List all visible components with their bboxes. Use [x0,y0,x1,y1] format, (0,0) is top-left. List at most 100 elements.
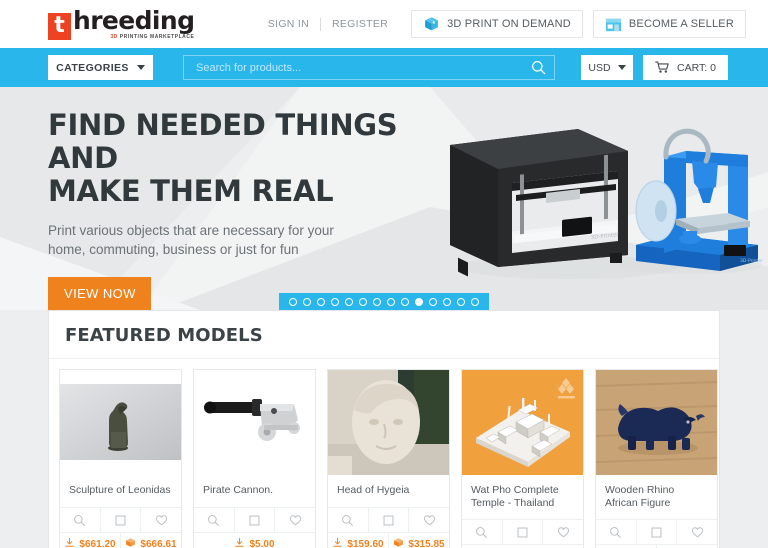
logo-tagline-text: PRINTING MARKETPLACE [119,34,195,40]
compare-icon[interactable] [637,520,678,544]
product-action-bar [462,520,583,545]
chevron-down-icon [617,65,626,70]
carousel-pagination[interactable] [279,293,489,310]
cube-icon [423,16,440,32]
favorite-icon[interactable] [677,520,717,544]
hero-heading-line2: MAKE THEM REAL [48,174,334,208]
product-card[interactable]: Wat Pho Complete Temple - ThailandFREE [461,369,584,548]
product-card[interactable]: Wooden Rhino African FigureFREE$6.37 [595,369,718,548]
favorite-icon[interactable] [275,508,315,532]
carousel-dot[interactable] [401,297,409,306]
carousel-dot[interactable] [387,297,395,306]
logo-mark-icon: t [48,13,71,40]
categories-dropdown[interactable]: CATEGORIES [48,55,153,80]
print-on-demand-button[interactable]: 3D PRINT ON DEMAND [411,10,583,38]
product-card[interactable]: Pirate Cannon. $5.00 [193,369,316,548]
featured-header: FEATURED MODELS [49,311,719,359]
become-seller-button[interactable]: BECOME A SELLER [592,10,746,38]
search-icon[interactable] [596,520,637,544]
site-logo[interactable]: t hreeding 3D PRINTING MARKETPLACE [48,6,195,40]
product-thumbnail[interactable] [194,370,315,475]
price-option[interactable]: $666.61 [121,533,181,548]
product-thumbnail[interactable] [328,370,449,475]
carousel-dot[interactable] [457,297,465,306]
hero-banner: 3D-Printer 3D-Printer FIND NEEDED THINGS… [0,87,768,310]
compare-icon[interactable] [503,520,544,544]
product-title[interactable]: Sculpture of Leonidas [60,475,181,508]
compare-icon[interactable] [369,508,410,532]
carousel-dot[interactable] [331,297,339,306]
view-now-button[interactable]: VIEW NOW [48,277,151,310]
search-icon[interactable] [531,60,546,75]
product-price-bar: $5.00 [194,533,315,548]
favorite-icon[interactable] [141,508,181,532]
price-label: $661.20 [79,538,116,548]
carousel-dot[interactable] [359,297,367,306]
register-link[interactable]: REGISTER [321,18,399,30]
carousel-dot[interactable] [317,297,325,306]
become-seller-label: BECOME A SELLER [628,18,734,30]
price-label: $666.61 [140,538,177,548]
product-thumbnail[interactable] [596,370,717,475]
currency-selector[interactable]: USD [581,55,633,80]
search-bar: CATEGORIES USD CART: 0 [0,48,768,87]
featured-section-wrapper: FEATURED MODELS Sculpture of Leonidas $66… [0,310,768,548]
cart-label: CART: 0 [677,61,716,74]
carousel-dot[interactable] [415,297,423,306]
product-action-bar [596,520,717,545]
carousel-dot[interactable] [471,297,479,306]
favorite-icon[interactable] [543,520,583,544]
product-action-bar [194,508,315,533]
product-action-bar [60,508,181,533]
download-icon [234,537,245,548]
product-card[interactable]: Head of Hygeia $159.60 $315.85 [327,369,450,548]
featured-title: FEATURED MODELS [65,325,263,346]
header-actions: SIGN IN REGISTER 3D PRINT ON DEMAND BECO… [257,10,746,38]
price-label: $5.00 [249,538,275,548]
print-on-demand-label: 3D PRINT ON DEMAND [447,18,571,30]
search-icon[interactable] [462,520,503,544]
carousel-dot[interactable] [429,297,437,306]
logo-wordmark: hreeding [73,6,195,35]
carousel-dot[interactable] [303,297,311,306]
product-title[interactable]: Head of Hygeia [328,475,449,508]
product-title[interactable]: Pirate Cannon. [194,475,315,508]
top-header-bar: t hreeding 3D PRINTING MARKETPLACE SIGN … [0,0,768,48]
box-icon [125,537,136,548]
carousel-dot[interactable] [443,297,451,306]
search-field-wrapper[interactable] [183,55,555,80]
price-option[interactable]: $159.60 [328,533,389,548]
favorite-icon[interactable] [409,508,449,532]
product-action-bar [328,508,449,533]
shop-icon [605,17,622,32]
price-option[interactable]: $5.00 [194,533,315,548]
svg-text:3D-Printer: 3D-Printer [740,258,763,264]
search-icon[interactable] [60,508,101,532]
hero-heading: FIND NEEDED THINGS AND MAKE THEM REAL [48,109,420,208]
carousel-dot[interactable] [289,297,297,306]
compare-icon[interactable] [235,508,276,532]
sign-in-link[interactable]: SIGN IN [257,18,320,30]
search-input[interactable] [196,61,531,74]
product-thumbnail[interactable] [462,370,583,475]
carousel-dot[interactable] [373,297,381,306]
compare-icon[interactable] [101,508,142,532]
box-icon [393,537,404,548]
product-thumbnail[interactable] [60,370,181,475]
chevron-down-icon [136,65,145,70]
price-option[interactable]: $315.85 [389,533,449,548]
featured-models-panel: FEATURED MODELS Sculpture of Leonidas $66… [48,310,720,548]
cart-button[interactable]: CART: 0 [643,55,728,80]
product-title[interactable]: Wat Pho Complete Temple - Thailand [462,475,583,520]
price-option[interactable]: $661.20 [60,533,121,548]
product-card[interactable]: Sculpture of Leonidas $661.20 $666.61 [59,369,182,548]
download-icon [332,537,343,548]
search-icon[interactable] [194,508,235,532]
hero-content: FIND NEEDED THINGS AND MAKE THEM REAL Pr… [0,87,420,310]
featured-cards-list: Sculpture of Leonidas $661.20 $666.61 Pira… [49,359,719,548]
carousel-dot[interactable] [345,297,353,306]
search-icon[interactable] [328,508,369,532]
product-title[interactable]: Wooden Rhino African Figure [596,475,717,520]
price-label: $159.60 [347,538,384,548]
product-price-bar: $159.60 $315.85 [328,533,449,548]
